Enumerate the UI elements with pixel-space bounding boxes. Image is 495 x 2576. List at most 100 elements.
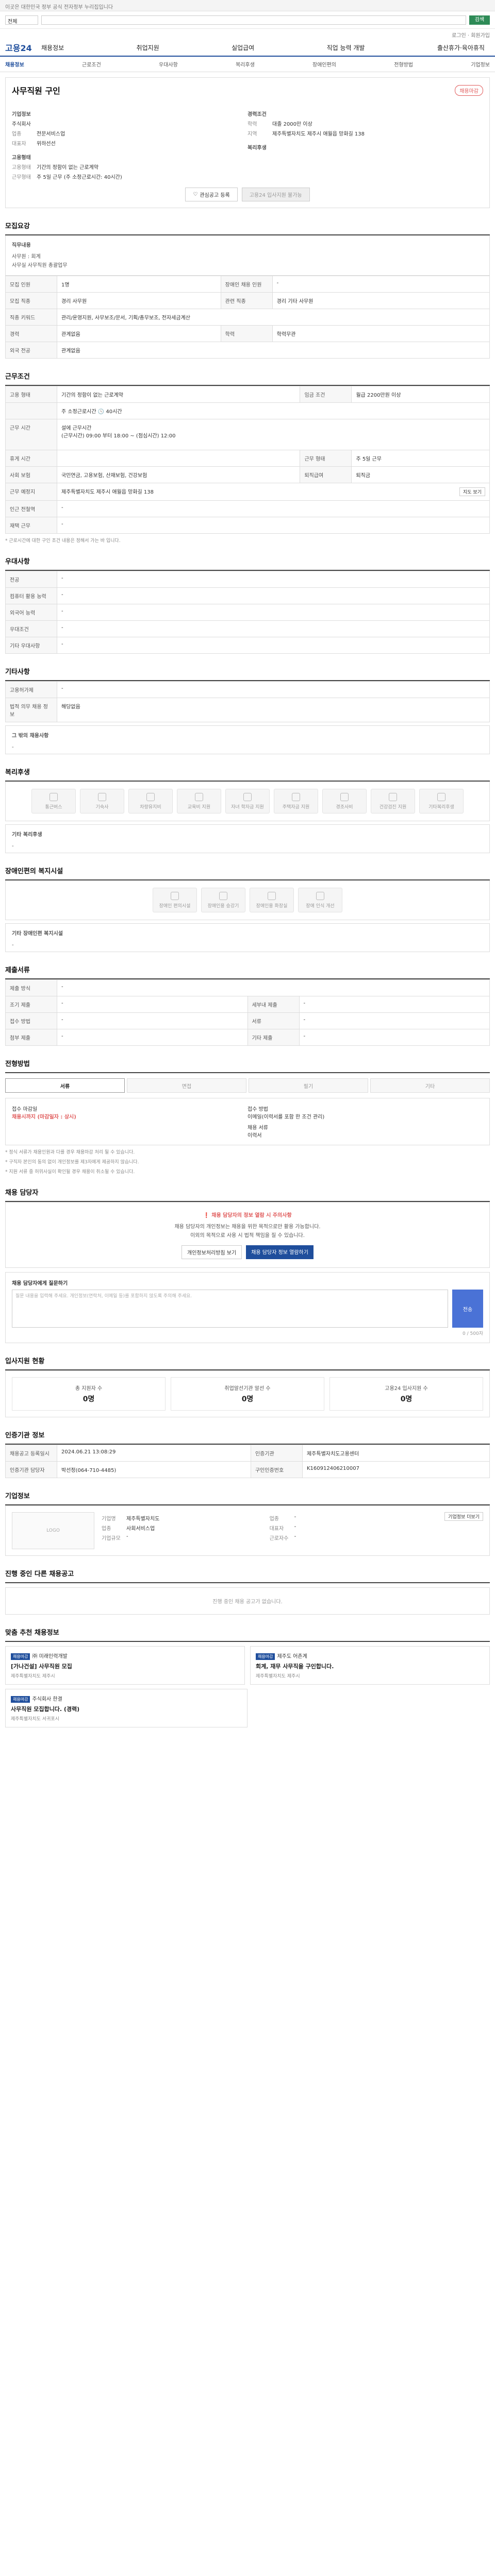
method-label: 접수 방법 — [248, 1107, 268, 1112]
cell-key: 외국어 능력 — [5, 604, 57, 621]
section-tabs: 채용정보 근로조건 우대사항 복리후생 장애인편의 전형방법 기업정보 — [0, 57, 495, 72]
cell-value: - — [299, 996, 490, 1013]
preference-table: 전공 - 컴퓨터 활용 능력 - 외국어 능력 - 우대조건 - 기타 우대사항 - — [5, 571, 490, 654]
nav-item[interactable]: 출산휴가·육아휴직 — [437, 43, 485, 52]
tab-disability[interactable]: 장애인편의 — [312, 60, 336, 68]
manage-table: 채용공고 등록일시 2024.06.21 13:08:29 인증기관 제주특별자치도고… — [5, 1445, 490, 1478]
rec-title[interactable]: 사무직원 모집합니다. (경력) — [11, 1705, 242, 1713]
company-name[interactable]: 주식회사 — [12, 120, 248, 127]
cell-value: 관계없음 — [57, 342, 490, 359]
status-badge: 채용마감 — [455, 84, 483, 96]
field-value: 기간의 정함이 없는 근로계약 — [37, 165, 98, 171]
tab-process[interactable]: 전형방법 — [394, 60, 413, 68]
recommend-card[interactable]: 채용마감 주식회사 한결 사무직원 모집합니다. (경력) 제주특별자치도 서귀포… — [5, 1689, 248, 1727]
rec-company: ㈜ 미래인력개발 — [32, 1654, 68, 1659]
cell-value: 제주특별자치도 제주시 애월읍 망화길 138 — [61, 489, 154, 495]
recommend-card[interactable]: 채용마감 제주도 어촌계 회계, 재무 사무직을 구인합니다. 제주특별자치도 제… — [250, 1646, 490, 1685]
search-scope-select[interactable]: 전체 — [5, 15, 38, 25]
elevator-icon — [219, 891, 227, 900]
stat-value: 0명 — [241, 1395, 254, 1403]
cell-key: 제출 방식 — [5, 979, 57, 996]
rec-location: 제주특별자치도 서귀포시 — [11, 1717, 59, 1722]
section-title: 모집요강 — [5, 216, 490, 235]
tab-welfare[interactable]: 복리후생 — [236, 60, 255, 68]
view-contact-button[interactable]: 채용 담당자 정보 열람하기 — [246, 1245, 314, 1259]
search-input[interactable] — [41, 15, 466, 25]
map-button[interactable]: 지도 보기 — [459, 487, 485, 496]
welfare-item: 자녀 학자금 지원 — [225, 789, 270, 814]
field-value: 사회서비스업 — [126, 1526, 155, 1532]
welfare-item: 기숙사 — [80, 789, 124, 814]
cell-key: 장애인 채용 인원 — [220, 276, 273, 293]
stat-value: 0명 — [400, 1395, 412, 1403]
cell-key: 근무 시간 — [5, 419, 57, 450]
cell-key: 기타 우대사항 — [5, 637, 57, 654]
rec-title[interactable]: 회계, 재무 사무직을 구인합니다. — [256, 1662, 484, 1670]
site-logo[interactable]: 고용24 — [5, 41, 41, 54]
util-links[interactable]: 로그인 · 회원가입 — [0, 29, 495, 39]
cell-key: 인증기관 담당자 — [5, 1461, 57, 1478]
disability-label: 장애인 편의시설 — [159, 903, 191, 909]
cell-value: K160912406210007 — [302, 1461, 490, 1478]
cell-value: 퇴직금 — [351, 466, 490, 483]
rec-title[interactable]: [가나건설] 사무직원 모집 — [11, 1662, 239, 1670]
welfare-label: 주택자금 지원 — [282, 804, 310, 810]
job-summary-card: 사무직원 구인 채용마감 기업정보 주식회사 업종 전문서비스업 대표자 위하선선 … — [5, 77, 490, 208]
cell-value: - — [57, 681, 490, 698]
cell-value: - — [57, 604, 490, 621]
section-title: 전형방법 — [5, 1054, 490, 1073]
search-button[interactable]: 검색 — [469, 15, 490, 25]
cell-key: 우대조건 — [5, 620, 57, 637]
recommend-card[interactable]: 채용마감 ㈜ 미래인력개발 [가나건설] 사무직원 모집 제주특별자치도 제주시 — [5, 1646, 245, 1685]
cell-value: 국민연금, 고용보험, 산재보험, 건강보험 — [56, 466, 301, 483]
stats-section: 입사지원 현황 총 지원자 수 0명 취업알선기관 알선 수 0명 고용24 입사지… — [5, 1351, 490, 1417]
employ-label: 고용형태 — [12, 155, 31, 161]
nav-item[interactable]: 채용정보 — [41, 43, 64, 52]
cell-value: - — [272, 276, 490, 293]
cell-value — [56, 450, 301, 467]
field-label: 기업규모 — [102, 1536, 121, 1541]
cell-value: 월급 2200만원 이상 — [351, 386, 490, 403]
tab-conditions[interactable]: 근로조건 — [82, 60, 101, 68]
preference-section: 우대사항 전공 - 컴퓨터 활용 능력 - 외국어 능력 - 우대조건 - 기타 우대사… — [5, 552, 490, 654]
contact-warning: ❗ 채용 담당자의 정보 열람 시 주의사항 채용 담당자의 개인정보는 채용을… — [5, 1202, 490, 1268]
cell-value: - — [57, 637, 490, 654]
cell-key: 법적 의무 채용 정보 — [5, 698, 57, 722]
nav-item[interactable]: 실업급여 — [232, 43, 254, 52]
section-title: 채용 담당자 — [5, 1183, 490, 1202]
field-label: 업종 — [12, 131, 22, 137]
field-label: 업종 — [102, 1526, 111, 1532]
welfare-label: 통근버스 — [45, 804, 62, 810]
cell-value: - — [57, 517, 490, 534]
favorite-button[interactable]: ♡ 관심공고 등록 — [185, 188, 238, 201]
question-input[interactable]: 질문 내용을 입력해 주세요. 개인정보(연락처, 이메일 등)를 포함하지 않… — [12, 1290, 448, 1328]
nav-item[interactable]: 취업지원 — [137, 43, 159, 52]
tab-preferences[interactable]: 우대사항 — [159, 60, 178, 68]
rec-tag: 채용마감 — [11, 1653, 30, 1660]
apply-button[interactable]: 고용24 입사지원 불가능 — [241, 188, 310, 201]
company-section: 기업정보 LOGO 기업명 제주특별자치도 업종 - 업종 사회서비스업 대표자 - 기업규… — [5, 1486, 490, 1556]
warning-body: 채용 담당자의 개인정보는 채용을 위한 목적으로만 활용 가능합니다. 이외의… — [174, 1224, 321, 1239]
cell-value: 경리 사무원 — [57, 292, 221, 309]
cell-value: 2024.06.21 13:08:29 — [57, 1445, 251, 1462]
stat-card: 고용24 입사지원 수 0명 — [329, 1377, 483, 1411]
cell-key: 퇴직급여 — [300, 466, 352, 483]
cell-value: - — [57, 1029, 248, 1046]
main-nav: 채용정보 취업지원 실업급여 직업 능력 개발 출산휴가·육아휴직 — [41, 43, 490, 52]
section-title: 기타사항 — [5, 662, 490, 681]
cell-value: - — [57, 620, 490, 637]
cell-key: 학력 — [220, 325, 273, 342]
cell-value: - — [57, 500, 490, 517]
tab-recruit[interactable]: 채용정보 — [5, 60, 24, 68]
cell-value: - — [57, 1012, 248, 1029]
company-more-button[interactable]: 기업정보 더보기 — [444, 1512, 483, 1521]
send-button[interactable]: 전송 — [452, 1290, 483, 1328]
cell-value: 주 소정근로시간 🕓 40시간 — [57, 402, 490, 419]
privacy-policy-button[interactable]: 개인정보처리방침 보기 — [182, 1245, 242, 1259]
step-etc: 기타 — [370, 1078, 490, 1093]
docs-section: 제출서류 제출 방식 - 조기 제출 - 세부내 제출 - 접수 방법 - 서류 - 첨부 제… — [5, 960, 490, 1046]
cell-value: 1명 — [57, 276, 221, 293]
nav-item[interactable]: 직업 능력 개발 — [327, 43, 365, 52]
tab-company[interactable]: 기업정보 — [471, 60, 490, 68]
welfare-label: 자녀 학자금 지원 — [231, 804, 264, 810]
